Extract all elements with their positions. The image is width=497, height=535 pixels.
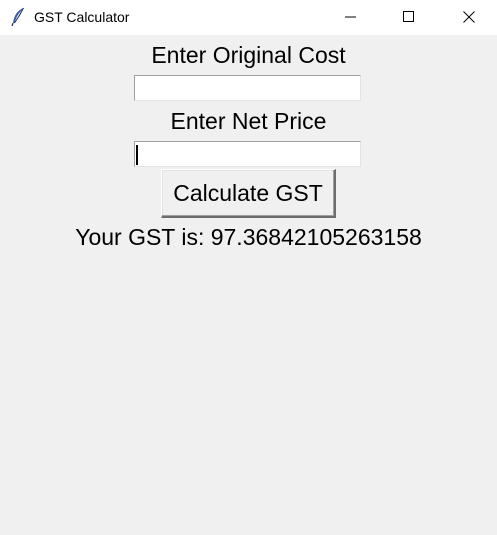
calculate-gst-button[interactable]: Calculate GST — [161, 169, 336, 218]
minimize-icon — [345, 16, 356, 18]
net-price-label: Enter Net Price — [170, 108, 327, 134]
feather-icon — [11, 7, 25, 27]
maximize-icon — [403, 11, 414, 22]
net-price-input[interactable] — [134, 141, 361, 167]
original-cost-input[interactable] — [134, 75, 361, 101]
close-button[interactable] — [446, 0, 492, 35]
text-caret — [136, 145, 138, 165]
window-title: GST Calculator — [34, 9, 130, 25]
original-cost-label: Enter Original Cost — [151, 42, 346, 68]
gst-calculator-window: GST Calculator Enter Original Cost Enter… — [0, 0, 497, 535]
maximize-button[interactable] — [386, 0, 432, 35]
minimize-button[interactable] — [328, 0, 374, 35]
close-icon — [463, 11, 475, 23]
gst-result-label: Your GST is: 97.36842105263158 — [75, 224, 422, 250]
title-bar[interactable]: GST Calculator — [0, 0, 497, 35]
